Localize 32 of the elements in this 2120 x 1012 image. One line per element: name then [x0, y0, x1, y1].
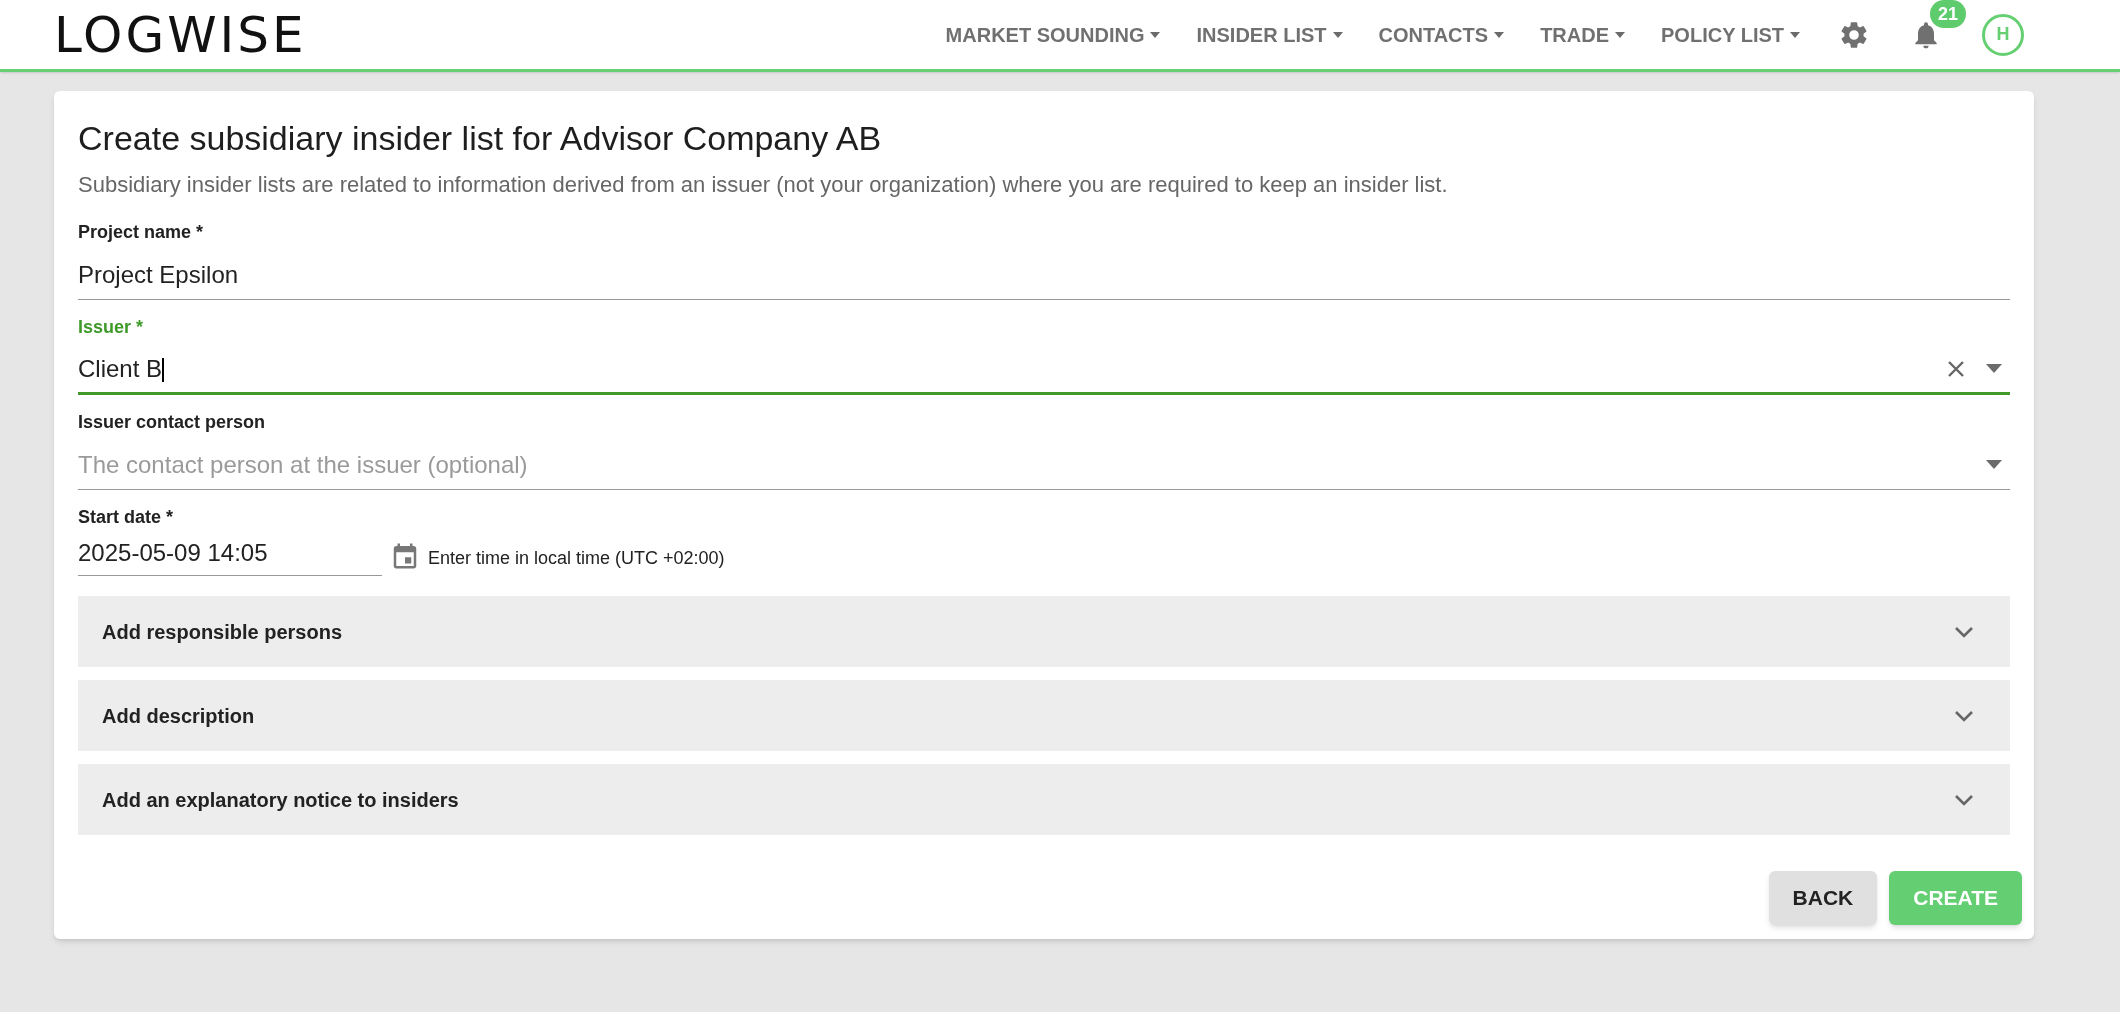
- field-label: Start date *: [78, 506, 175, 529]
- accordion-header[interactable]: Add description: [78, 680, 2010, 751]
- page-subtitle: Subsidiary insider lists are related to information derived from an issuer (not your organization) where you are required to keep an insider list.: [78, 171, 1449, 199]
- notification-badge: 21: [1930, 0, 1967, 28]
- field-label: Issuer contact person: [78, 411, 267, 434]
- chevron-icon: [1954, 793, 1974, 806]
- nav-menu-item[interactable]: MARKET SOUNDING: [945, 19, 1161, 50]
- accordion-header[interactable]: Add responsible persons: [78, 596, 2010, 667]
- page-title: Create subsidiary insider list for Advisor Company AB: [78, 118, 883, 159]
- logo[interactable]: LOGWISE: [54, 9, 307, 60]
- dropdown-caret-icon[interactable]: [1986, 364, 2002, 373]
- caret-icon: [1615, 31, 1625, 38]
- date-field[interactable]: 2025-05-09 14:05: [78, 535, 382, 576]
- chevron-icon: [1954, 709, 1974, 722]
- accordion-header[interactable]: Add an explanatory notice to insiders: [78, 764, 2010, 835]
- back-button[interactable]: BACK: [1768, 871, 1878, 925]
- nav-menu-item[interactable]: POLICY LIST: [1661, 19, 1800, 50]
- field-label: Project name *: [78, 221, 205, 244]
- nav-menu-item[interactable]: INSIDER LIST: [1196, 19, 1343, 50]
- time-hint: Enter time in local time (UTC +02:00): [428, 547, 725, 570]
- chevron-icon: [1954, 625, 1974, 638]
- select-field[interactable]: Client B: [78, 345, 2010, 395]
- caret-icon: [1790, 31, 1800, 38]
- caret-icon: [1150, 31, 1161, 38]
- nav-menu-item[interactable]: TRADE: [1540, 19, 1625, 50]
- clear-icon[interactable]: [1946, 358, 1966, 379]
- field-label: Issuer *: [78, 316, 145, 339]
- caret-icon: [1332, 31, 1343, 38]
- dropdown-caret-icon[interactable]: [1986, 460, 2002, 469]
- input-field[interactable]: Project Epsilon: [78, 250, 2010, 300]
- nav-menu-item[interactable]: CONTACTS: [1378, 19, 1505, 50]
- caret-icon: [1494, 31, 1505, 38]
